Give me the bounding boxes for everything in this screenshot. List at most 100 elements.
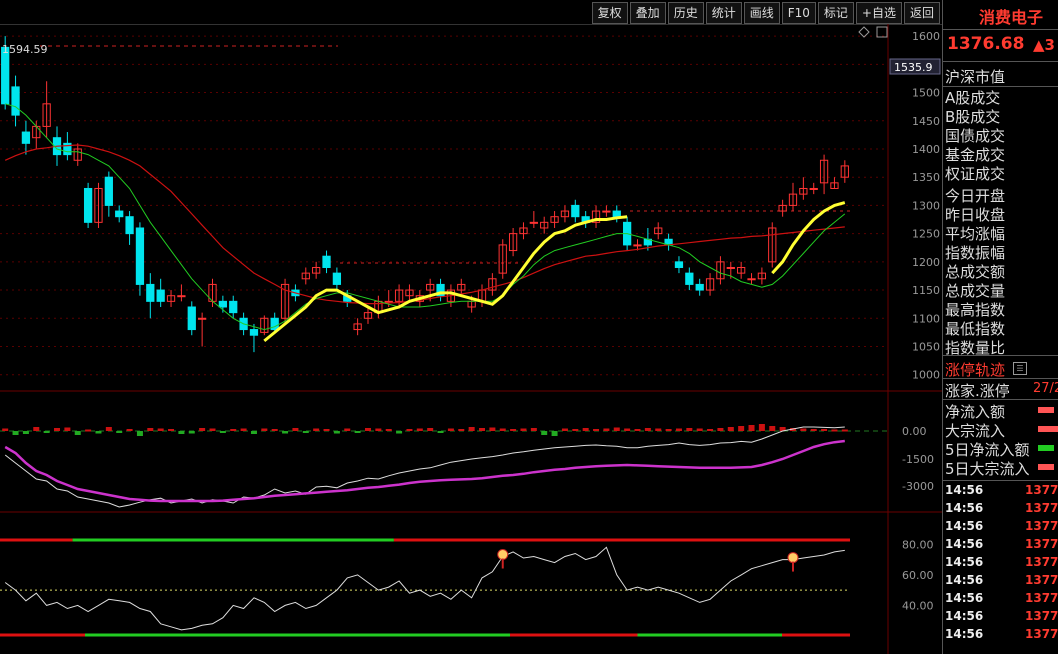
- market-value-label: 沪深市值: [945, 68, 1006, 86]
- osc-axis-label: 60.00: [902, 569, 934, 582]
- tick-price: 1377.: [1025, 573, 1058, 587]
- flow-bar: [582, 428, 589, 431]
- osc-axis-label: 40.00: [902, 599, 934, 612]
- flow-bar: [126, 429, 133, 431]
- tick-time: 14:56: [945, 501, 984, 515]
- flow-bar: [520, 428, 527, 431]
- toolbar-button[interactable]: 画线: [743, 2, 780, 24]
- flow-bar: [313, 428, 320, 431]
- candle-body: [187, 306, 196, 331]
- chart-toolbar: 复权 叠加 历史 统计 画线 F10 标记 +自选 返回: [0, 0, 942, 25]
- tick-time: 14:56: [945, 519, 984, 533]
- flow-bar: [489, 427, 496, 431]
- flow-label: 5日净流入额: [945, 441, 1030, 459]
- chart-grid: [0, 24, 942, 654]
- candle-body: [135, 227, 145, 285]
- flow-bar: [292, 428, 299, 431]
- flow-bar: [665, 429, 672, 431]
- tick-price: 1377.: [1025, 609, 1058, 623]
- price-axis-label: 1300: [912, 199, 940, 212]
- flow-label: 大宗流入: [945, 422, 1006, 440]
- candle-body: [11, 86, 20, 116]
- price-axis-label: 1050: [912, 340, 940, 353]
- flow-bar: [33, 427, 40, 431]
- candle-body: [21, 131, 31, 144]
- flow-bar: [655, 428, 662, 431]
- flow-bar: [209, 428, 216, 431]
- price-axis-label: 1450: [912, 115, 940, 128]
- flow-bar: [1038, 445, 1054, 451]
- index-stat-label: 最低指数: [945, 320, 1006, 338]
- flow-bar: [727, 427, 734, 431]
- price-axis-label: 1350: [912, 171, 940, 184]
- flow-axis-label: -3000: [902, 480, 934, 493]
- candle-body: [83, 187, 93, 223]
- flow-bar: [188, 431, 195, 434]
- toolbar-button[interactable]: 统计: [705, 2, 742, 24]
- flow-bar: [603, 428, 610, 431]
- kline-chart[interactable]: 1600155015001450140013501300125012001150…: [0, 24, 942, 654]
- index-stat-label: 平均涨幅: [945, 225, 1006, 243]
- toolbar-button[interactable]: 返回: [903, 2, 940, 24]
- capital-flow-panel: 0.00 -1500 -3000: [0, 424, 934, 508]
- tick-price: 1377.: [1025, 501, 1058, 515]
- settings-icon[interactable]: [876, 26, 888, 38]
- flow-bar: [624, 428, 631, 431]
- flow-bar: [95, 431, 102, 434]
- flow-bar: [686, 428, 693, 431]
- flow-bar: [271, 429, 278, 431]
- flow-bar: [64, 427, 71, 431]
- index-stat-label: 总成交额: [945, 263, 1006, 281]
- current-price-tag: 1535.9: [889, 58, 941, 75]
- tick-price: 1377.: [1025, 555, 1058, 569]
- limit-trace-label[interactable]: 涨停轨迹: [945, 359, 1005, 380]
- candle-body: [218, 300, 227, 308]
- flow-bar: [810, 429, 817, 431]
- oscillator-panel: 80.00 60.00 40.00: [0, 538, 934, 637]
- flow-bar: [178, 431, 185, 434]
- price-axis-label: 1400: [912, 143, 940, 156]
- price-axis-label: 1250: [912, 228, 940, 241]
- flow-bar: [157, 428, 164, 431]
- candle-body: [322, 255, 331, 268]
- diamond-icon[interactable]: [858, 26, 870, 38]
- flow-bar: [22, 431, 29, 434]
- flow-bar: [85, 429, 92, 432]
- flow-bar: [12, 431, 19, 435]
- flow-bar: [323, 429, 330, 431]
- price-axis-label: 1500: [912, 87, 940, 100]
- tick-price: 1377.: [1025, 483, 1058, 497]
- flow-bar: [54, 428, 61, 431]
- flow-bar: [675, 428, 682, 431]
- tick-price: 1377.: [1025, 591, 1058, 605]
- flow-bar: [447, 428, 454, 431]
- flow-bar: [758, 424, 765, 431]
- index-change: ▲3: [1033, 36, 1055, 54]
- toolbar-button[interactable]: 标记: [817, 2, 854, 24]
- flow-bar: [634, 429, 641, 431]
- toolbar-button[interactable]: 历史: [667, 2, 704, 24]
- current-price-tag-text: 1535.9: [894, 61, 933, 74]
- flow-bar: [2, 428, 9, 431]
- candle-body: [529, 221, 538, 224]
- index-stat-label: 指数振幅: [945, 244, 1006, 262]
- candle-body: [115, 210, 124, 218]
- tick-price: 1377.: [1025, 519, 1058, 533]
- toolbar-button[interactable]: +自选: [855, 2, 902, 24]
- flow-bar: [168, 429, 175, 431]
- index-stat-label: 总成交量: [945, 282, 1006, 300]
- candlestick-series: [1, 36, 849, 353]
- flow-bar: [147, 428, 154, 431]
- toolbar-button[interactable]: 叠加: [629, 2, 666, 24]
- price-axis-label: 1200: [912, 256, 940, 269]
- candle-body: [177, 295, 186, 298]
- candle-body: [612, 210, 621, 218]
- candle-body: [674, 261, 684, 268]
- candle-body: [685, 272, 694, 285]
- toolbar-button[interactable]: 复权: [591, 2, 628, 24]
- flow-bar: [510, 429, 517, 431]
- table-icon[interactable]: ☰: [1013, 362, 1027, 375]
- flow-bar: [427, 428, 434, 431]
- toolbar-button[interactable]: F10: [781, 2, 816, 24]
- flow-bar: [219, 431, 226, 433]
